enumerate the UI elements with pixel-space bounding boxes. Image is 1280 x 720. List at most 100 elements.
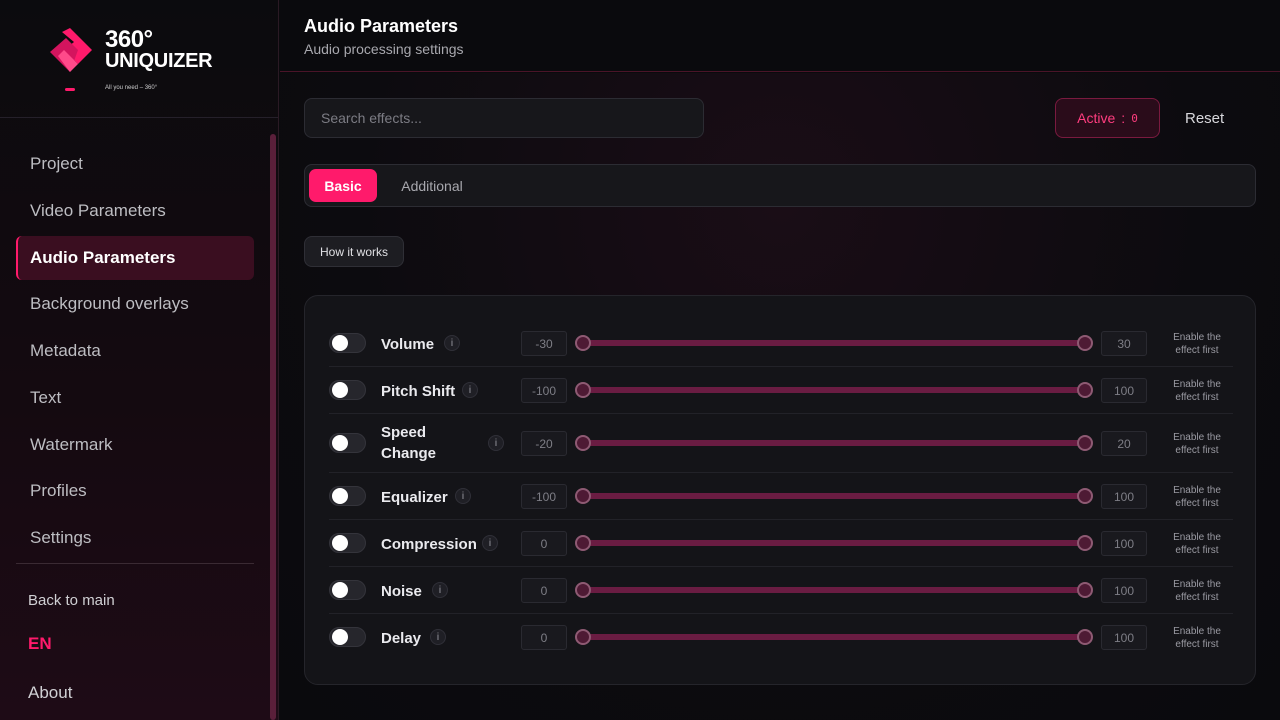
effect-name: Compression: [381, 536, 477, 553]
effect-range-track[interactable]: [583, 387, 1085, 393]
effects-panel: Volume i -30 30 Enable the effect first …: [304, 295, 1256, 685]
sidebar-item-audio-parameters[interactable]: Audio Parameters: [16, 236, 254, 280]
effect-toggle[interactable]: [329, 580, 366, 600]
back-to-main-link[interactable]: Back to main: [28, 592, 115, 609]
effect-range-track[interactable]: [583, 440, 1085, 446]
sidebar-item-profiles[interactable]: Profiles: [16, 469, 254, 513]
brand-line-2: UNIQUIZER: [105, 50, 213, 72]
effect-min-handle[interactable]: [575, 382, 591, 398]
effect-name: Noise: [381, 583, 422, 600]
sidebar-item-background-overlays[interactable]: Background overlays: [16, 282, 254, 326]
sidebar-item-text[interactable]: Text: [16, 376, 254, 420]
sidebar-item-watermark[interactable]: Watermark: [16, 423, 254, 467]
effect-max-handle[interactable]: [1077, 488, 1093, 504]
sidebar-item-label: Metadata: [30, 341, 101, 360]
effect-min-value[interactable]: -30: [521, 331, 567, 356]
effect-min-handle[interactable]: [575, 335, 591, 351]
language-switch[interactable]: EN: [28, 634, 52, 654]
effect-range-track[interactable]: [583, 587, 1085, 593]
effect-max-value[interactable]: 20: [1101, 431, 1147, 456]
effect-range-track[interactable]: [583, 540, 1085, 546]
effect-row-noise: Noise i 0 100 Enable the effect first: [329, 567, 1233, 614]
effect-max-value[interactable]: 100: [1101, 484, 1147, 509]
effect-name: Volume: [381, 336, 435, 353]
effect-row-compression: Compression i 0 100 Enable the effect fi…: [329, 520, 1233, 567]
toggle-knob: [332, 535, 348, 551]
effect-min-value[interactable]: -100: [521, 484, 567, 509]
effect-max-handle[interactable]: [1077, 335, 1093, 351]
effect-min-handle[interactable]: [575, 535, 591, 551]
effect-toggle[interactable]: [329, 533, 366, 553]
effect-hint: Enable the effect first: [1173, 579, 1221, 603]
active-count-badge[interactable]: Active : 0: [1055, 98, 1160, 138]
info-icon[interactable]: i: [432, 582, 448, 598]
toggle-knob: [332, 335, 348, 351]
effect-hint: Enable the effect first: [1173, 379, 1221, 403]
effect-min-value[interactable]: 0: [521, 625, 567, 650]
effect-hint: Enable the effect first: [1173, 485, 1221, 509]
effect-max-value[interactable]: 100: [1101, 625, 1147, 650]
effect-min-value[interactable]: 0: [521, 531, 567, 556]
how-it-works-button[interactable]: How it works: [304, 236, 404, 267]
effect-min-value[interactable]: -20: [521, 431, 567, 456]
effect-row-speed-change: Speed Change i -20 20 Enable the effect …: [329, 414, 1233, 473]
tab-basic[interactable]: Basic: [309, 169, 377, 202]
effect-min-handle[interactable]: [575, 488, 591, 504]
effect-min-handle[interactable]: [575, 435, 591, 451]
effect-max-value[interactable]: 100: [1101, 531, 1147, 556]
info-icon[interactable]: i: [455, 488, 471, 504]
effect-hint: Enable the effect first: [1173, 626, 1221, 650]
search-input[interactable]: [304, 98, 704, 138]
effect-min-handle[interactable]: [575, 582, 591, 598]
effect-max-handle[interactable]: [1077, 382, 1093, 398]
sidebar-item-label: Text: [30, 388, 62, 407]
effect-range-track[interactable]: [583, 493, 1085, 499]
sidebar-item-metadata[interactable]: Metadata: [16, 329, 254, 373]
effect-max-value[interactable]: 100: [1101, 378, 1147, 403]
sidebar-item-label: Project: [30, 154, 83, 173]
logo-accent-dash: [65, 88, 75, 91]
info-icon[interactable]: i: [444, 335, 460, 351]
effect-min-value[interactable]: -100: [521, 378, 567, 403]
effect-min-handle[interactable]: [575, 629, 591, 645]
effect-toggle[interactable]: [329, 333, 366, 353]
info-icon[interactable]: i: [482, 535, 498, 551]
about-link[interactable]: About: [28, 683, 72, 703]
effect-row-pitch-shift: Pitch Shift i -100 100 Enable the effect…: [329, 367, 1233, 414]
effect-name: Equalizer: [381, 489, 448, 506]
sidebar-item-video-parameters[interactable]: Video Parameters: [16, 189, 254, 233]
effect-hint: Enable the effect first: [1173, 432, 1221, 456]
effect-max-handle[interactable]: [1077, 582, 1093, 598]
tab-additional[interactable]: Additional: [387, 169, 477, 202]
info-icon[interactable]: i: [488, 435, 504, 451]
effect-toggle[interactable]: [329, 380, 366, 400]
effect-max-value[interactable]: 30: [1101, 331, 1147, 356]
effect-hint: Enable the effect first: [1173, 532, 1221, 556]
sidebar-item-settings[interactable]: Settings: [16, 516, 254, 560]
sidebar-scrollbar[interactable]: [270, 134, 276, 720]
effect-row-delay: Delay i 0 100 Enable the effect first: [329, 614, 1233, 661]
main-content: Active : 0 Reset Basic Additional How it…: [280, 73, 1280, 720]
sidebar-item-project[interactable]: Project: [16, 142, 254, 186]
effect-range-track[interactable]: [583, 634, 1085, 640]
effect-max-handle[interactable]: [1077, 435, 1093, 451]
active-count: 0: [1131, 111, 1138, 125]
effect-range-track[interactable]: [583, 340, 1085, 346]
effect-max-value[interactable]: 100: [1101, 578, 1147, 603]
info-icon[interactable]: i: [462, 382, 478, 398]
effect-toggle[interactable]: [329, 486, 366, 506]
toggle-knob: [332, 382, 348, 398]
reset-button[interactable]: Reset: [1185, 98, 1224, 138]
toggle-knob: [332, 629, 348, 645]
sidebar-divider: [16, 563, 254, 564]
effect-toggle[interactable]: [329, 627, 366, 647]
effect-min-value[interactable]: 0: [521, 578, 567, 603]
effect-hint: Enable the effect first: [1173, 332, 1221, 356]
toggle-knob: [332, 488, 348, 504]
page-title: Audio Parameters: [304, 16, 459, 36]
effect-max-handle[interactable]: [1077, 629, 1093, 645]
effect-max-handle[interactable]: [1077, 535, 1093, 551]
effect-toggle[interactable]: [329, 433, 366, 453]
info-icon[interactable]: i: [430, 629, 446, 645]
effect-row-volume: Volume i -30 30 Enable the effect first: [329, 319, 1233, 367]
